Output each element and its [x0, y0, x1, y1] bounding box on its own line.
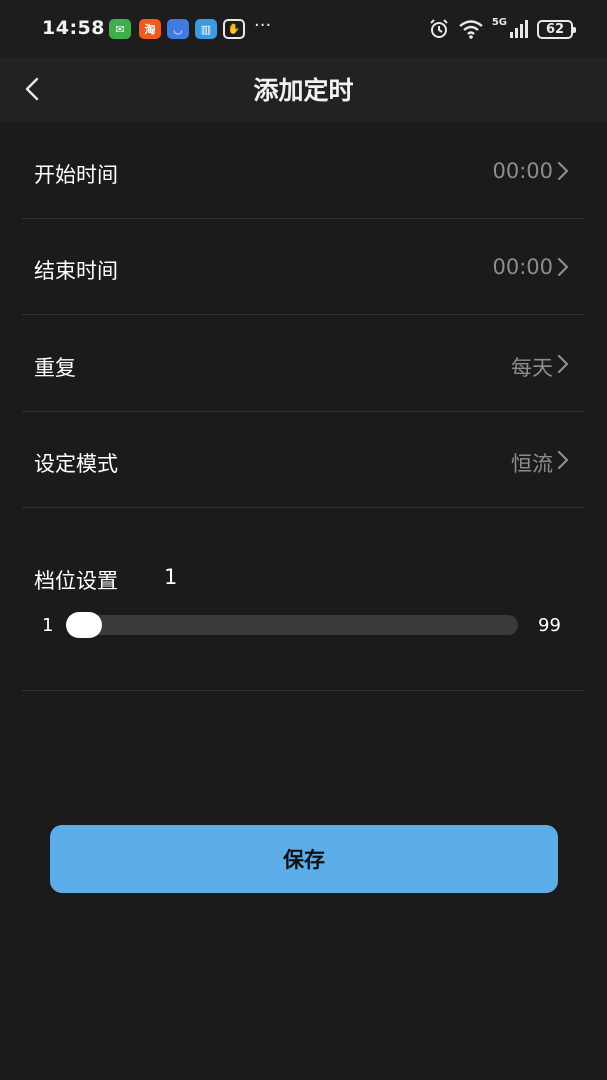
repeat-value: 每天 — [511, 356, 553, 380]
start-time-row[interactable]: 开始时间 00:00 — [22, 123, 585, 219]
start-time-value: 00:00 — [492, 159, 553, 183]
save-button[interactable]: 保存 — [50, 825, 558, 893]
end-time-label: 结束时间 — [34, 259, 118, 283]
mode-row[interactable]: 设定模式 恒流 — [22, 412, 585, 508]
end-time-row[interactable]: 结束时间 00:00 — [22, 219, 585, 315]
level-current-value: 1 — [164, 565, 178, 589]
status-indicators: 5G 62 — [428, 17, 576, 41]
book-icon: ▥ — [195, 19, 217, 39]
wechat-icon: ✉ — [109, 19, 131, 39]
slider-max-label: 99 — [538, 615, 561, 636]
repeat-row[interactable]: 重复 每天 — [22, 316, 585, 412]
taobao-icon: 淘 — [139, 19, 161, 39]
wifi-icon — [459, 20, 483, 39]
battery-icon: 62 — [537, 19, 576, 39]
status-time: 14:58 — [42, 17, 105, 39]
alarm-icon — [430, 19, 448, 38]
chevron-right-icon — [557, 257, 569, 277]
page-title: 添加定时 — [253, 76, 354, 105]
slider-thumb[interactable] — [66, 612, 102, 638]
more-notifications-icon: ··· — [254, 15, 272, 36]
signal-icon — [510, 20, 528, 38]
battery-level: 62 — [545, 21, 565, 37]
chevron-right-icon — [557, 161, 569, 181]
start-time-label: 开始时间 — [34, 163, 118, 187]
repeat-label: 重复 — [34, 356, 76, 380]
mode-value: 恒流 — [511, 452, 553, 476]
header-bar: 添加定时 — [0, 58, 607, 122]
chevron-right-icon — [557, 450, 569, 470]
level-label: 档位设置 — [34, 569, 118, 593]
mode-label: 设定模式 — [34, 452, 118, 476]
slider-min-label: 1 — [42, 615, 54, 636]
chevron-right-icon — [557, 354, 569, 374]
status-bar: 14:58 ✉ 淘 ◡ ▥ ✋ ··· 5G 62 — [0, 0, 607, 58]
level-slider[interactable] — [66, 612, 518, 638]
level-setting-section: 档位设置 1 1 99 — [22, 509, 585, 691]
end-time-value: 00:00 — [492, 255, 553, 279]
store-icon: ◡ — [167, 19, 189, 39]
network-type-label: 5G — [491, 17, 507, 28]
gesture-icon: ✋ — [223, 19, 245, 39]
